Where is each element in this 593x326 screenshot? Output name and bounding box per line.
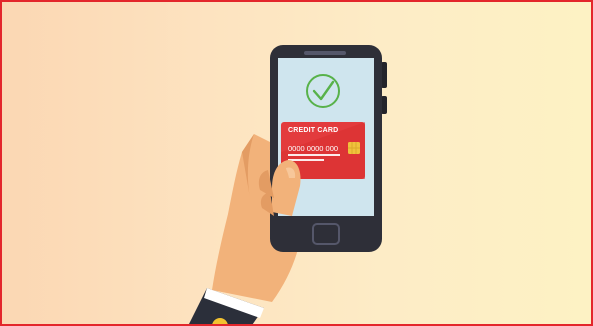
phone-speaker: [304, 51, 346, 55]
card-title: CREDIT CARD: [288, 127, 339, 134]
card-number: 0000 0000 000: [288, 144, 339, 153]
illustration-svg: [189, 45, 387, 324]
card-line-2: [288, 159, 324, 161]
card-line-1: [288, 154, 340, 156]
payment-illustration: CREDIT CARD 0000 0000 000: [0, 0, 593, 326]
